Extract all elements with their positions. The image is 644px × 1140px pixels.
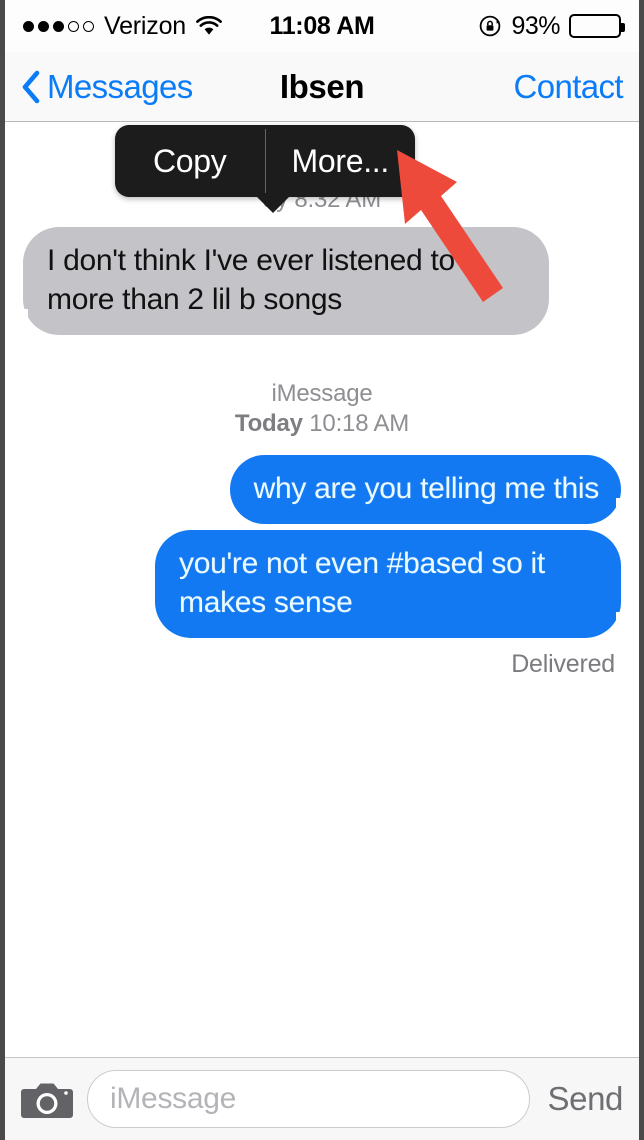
camera-icon[interactable] [21,1077,73,1121]
signal-dot-4 [68,20,79,32]
signal-dot-1 [23,20,34,32]
carrier-label: Verizon [104,11,186,40]
date-label: Today [234,410,303,437]
message-text: I don't think I've ever listened to more… [47,244,455,316]
signal-dot-3 [53,20,64,32]
battery-percent-label: 93% [511,11,560,40]
copy-menu-item[interactable]: Copy [115,125,265,197]
message-row-outgoing-2: you're not even #based so it makes sense [5,530,639,638]
conversation-timestamp: iMessage Today 10:18 AM [5,379,639,439]
message-row-incoming: I don't think I've ever listened to more… [5,227,639,335]
delivery-status: Delivered [511,650,615,678]
more-menu-item[interactable]: More... [266,125,416,197]
battery-icon [569,14,625,38]
status-bar-left: Verizon [23,12,322,41]
send-button[interactable]: Send [544,1080,624,1118]
signal-dot-2 [38,20,49,32]
service-label: iMessage [271,380,373,407]
phone-screen: Verizon 11:08 AM 93% Messages Ibsen Cont… [0,0,644,1140]
message-input-field[interactable]: iMessage [87,1070,530,1128]
rotation-lock-icon [478,14,502,38]
message-bubble-outgoing[interactable]: why are you telling me this [229,455,633,524]
message-row-outgoing-1: why are you telling me this [5,455,639,524]
wifi-icon [196,16,222,36]
signal-strength-dots [23,20,94,32]
navigation-bar: Messages Ibsen Contact [5,52,639,122]
contact-button[interactable]: Contact [513,52,623,121]
conversation-area[interactable]: ay 8:32 AM I don't think I've ever liste… [5,123,639,1057]
time-label: 10:18 AM [309,410,410,437]
message-bubble-outgoing[interactable]: you're not even #based so it makes sense [155,530,632,638]
date-time-line: Today 10:18 AM [5,409,639,439]
text-action-popup-menu: Copy More... [115,125,416,213]
status-bar-right: 93% [322,11,625,41]
message-text: you're not even #based so it makes sense [179,547,545,619]
message-bubble-incoming[interactable]: I don't think I've ever listened to more… [12,227,549,335]
message-input-placeholder: iMessage [110,1082,236,1115]
popup-tail [255,195,291,213]
signal-dot-5 [83,20,94,32]
message-input-bar: iMessage Send [5,1057,639,1140]
status-bar: Verizon 11:08 AM 93% [5,0,639,52]
message-text: why are you telling me this [253,472,600,505]
